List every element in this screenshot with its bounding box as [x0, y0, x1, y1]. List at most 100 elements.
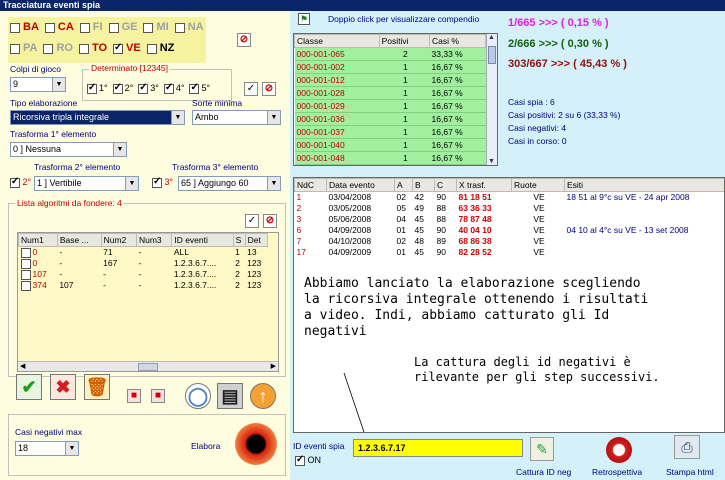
table-row[interactable]: 000-001-050116,67 % — [294, 164, 486, 165]
ruota-checkbox[interactable] — [174, 22, 185, 33]
trasf3-select[interactable]: 65 ] Aggiungo 60 ▼ — [178, 176, 281, 191]
scroll-left-icon[interactable]: ◀ — [20, 362, 25, 370]
printer-icon[interactable]: ⎙ — [674, 435, 700, 459]
stop-small-button-2[interactable]: ■ — [151, 389, 165, 403]
trasf3-checkbox[interactable]: 3° — [152, 176, 173, 188]
eventi-grid[interactable]: NdC Data evento A B C X trasf. Ruote Esiti 1 03/… — [293, 177, 725, 433]
determinato-item[interactable]: 3° — [138, 82, 159, 94]
stampa-button-label[interactable]: Stampa html — [666, 467, 714, 477]
elabora-button[interactable] — [235, 423, 277, 465]
determinato-item[interactable]: 5° — [189, 82, 210, 94]
save-button[interactable]: ▤ — [217, 383, 243, 409]
column-header[interactable]: Num1 — [18, 233, 58, 247]
ruota-pa[interactable]: PA — [10, 42, 37, 54]
check-all-algo-button[interactable]: ✓ — [245, 214, 259, 228]
classi-grid[interactable]: Classe Positivi Casi % 000-001-065 2 33,33 %… — [293, 33, 498, 166]
table-row[interactable]: 000-001-029 1 16,67 % — [294, 99, 486, 113]
column-header[interactable]: Det — [244, 233, 269, 247]
up-button[interactable]: ↑ — [250, 383, 276, 409]
determinato-checkbox[interactable] — [189, 82, 200, 94]
determinato-item[interactable]: 2° — [112, 82, 133, 94]
ruota-fi[interactable]: FI — [79, 21, 103, 33]
column-header[interactable]: Num2 — [100, 233, 137, 247]
table-row[interactable]: 000-001-028 1 16,67 % — [294, 86, 486, 100]
algoritmi-grid[interactable]: Num1 Base ... Num2 Num3 ID eventi S Det 0 - 71 - A… — [17, 232, 279, 372]
sorte-select[interactable]: Ambo ▼ — [192, 110, 281, 125]
ruota-checkbox[interactable] — [78, 43, 89, 54]
ruota-ro[interactable]: RO — [43, 42, 73, 54]
trash-button[interactable]: 🗑 — [84, 374, 110, 400]
table-row[interactable]: 000-001-048 1 16,67 % — [294, 151, 486, 165]
column-header[interactable]: Base ... — [56, 233, 102, 247]
trasf2-checkbox[interactable]: 2° — [10, 176, 31, 188]
ruota-checkbox[interactable] — [10, 43, 20, 54]
casi-negativi-select[interactable]: 18 ▼ — [15, 441, 79, 456]
clear-determinato-button[interactable]: ⊘ — [262, 82, 276, 96]
ruota-checkbox[interactable] — [43, 43, 54, 54]
ruota-checkbox[interactable] — [146, 43, 157, 54]
ruota-checkbox[interactable] — [79, 22, 90, 33]
ruota-to[interactable]: TO — [78, 42, 107, 54]
on-checkbox[interactable]: ON — [295, 454, 321, 466]
column-header[interactable]: ID eventi — [171, 233, 234, 247]
scroll-thumb[interactable] — [488, 46, 496, 64]
row-checkbox[interactable] — [20, 269, 31, 280]
tipo-select[interactable]: Ricorsiva tripla integrale ▼ — [10, 110, 185, 125]
scroll-down-icon[interactable]: ▼ — [488, 158, 495, 165]
on-check[interactable] — [295, 454, 305, 466]
compendio-icon[interactable]: ⚑ — [298, 13, 310, 25]
row-checkbox[interactable] — [20, 247, 31, 258]
ruota-ca[interactable]: CA — [44, 21, 74, 33]
ruota-ba[interactable]: BA — [10, 21, 39, 33]
determinato-item[interactable]: 1° — [87, 82, 108, 94]
table-row[interactable]: 000-001-036 1 16,67 % — [294, 112, 486, 126]
scroll-right-icon[interactable]: ▶ — [271, 362, 276, 370]
check-all-button[interactable]: ✓ — [244, 82, 258, 96]
row-checkbox[interactable] — [20, 258, 31, 269]
scroll-thumb[interactable] — [138, 363, 158, 371]
refresh-button[interactable]: ◯ — [185, 383, 211, 409]
table-row[interactable]: 000-001-002 1 16,67 % — [294, 60, 486, 74]
trasf1-select[interactable]: 0 ] Nessuna ▼ — [10, 142, 127, 157]
row-checkbox[interactable] — [20, 280, 31, 291]
column-header[interactable]: Casi % — [429, 34, 486, 48]
determinato-checkbox[interactable] — [138, 82, 149, 94]
table-row[interactable]: 000-001-012 1 16,67 % — [294, 73, 486, 87]
ruota-mi[interactable]: MI — [143, 21, 169, 33]
table-row[interactable]: 107 - - - 1.2.3.6.7.... 2 123 — [19, 269, 268, 280]
horizontal-scrollbar[interactable]: ◀ ▶ — [18, 361, 278, 371]
determinato-checkbox[interactable] — [163, 82, 174, 94]
ruota-checkbox[interactable] — [10, 22, 20, 33]
ruota-ve[interactable]: VE — [113, 42, 141, 54]
clear-algo-button[interactable]: ⊘ — [263, 214, 277, 228]
trasf2-check[interactable] — [10, 176, 20, 188]
cattura-button-label[interactable]: Cattura ID neg — [516, 467, 571, 477]
retrospettiva-button-label[interactable]: Retrospettiva — [592, 467, 642, 477]
stop-small-button-1[interactable]: ■ — [127, 389, 141, 403]
determinato-item[interactable]: 4° — [163, 82, 184, 94]
colpi-select[interactable]: 9 ▼ — [10, 77, 66, 92]
ruota-nz[interactable]: NZ — [146, 42, 174, 54]
column-header[interactable]: Positivi — [378, 34, 431, 48]
trasf3-check[interactable] — [152, 176, 162, 188]
column-header[interactable]: Num3 — [135, 233, 173, 247]
ruota-checkbox[interactable] — [108, 22, 119, 33]
table-row[interactable]: 000-001-065 2 33,33 % — [294, 47, 486, 61]
column-header[interactable]: Classe — [294, 34, 380, 48]
determinato-checkbox[interactable] — [112, 82, 123, 94]
table-row[interactable]: 0 - 71 - ALL 1 13 — [19, 247, 268, 258]
ruota-na[interactable]: NA — [174, 21, 204, 33]
ruota-checkbox[interactable] — [143, 22, 154, 33]
clear-ruote-button[interactable]: ⊘ — [237, 33, 251, 47]
delete-button[interactable]: ✖ — [50, 374, 76, 400]
table-row[interactable]: 374 107 - - 1.2.3.6.7.... 2 123 — [19, 280, 268, 291]
ruota-ge[interactable]: GE — [108, 21, 137, 33]
table-row[interactable]: 000-001-037 1 16,67 % — [294, 125, 486, 139]
table-row[interactable]: 0 - 167 - 1.2.3.6.7.... 2 123 — [19, 258, 268, 269]
determinato-checkbox[interactable] — [87, 82, 97, 94]
cattura-icon[interactable]: ✎ — [530, 437, 554, 461]
vertical-scrollbar[interactable]: ▲ ▼ — [486, 34, 497, 165]
retrospettiva-icon[interactable] — [606, 437, 632, 463]
confirm-button[interactable]: ✔ — [16, 374, 42, 400]
scroll-up-icon[interactable]: ▲ — [488, 34, 495, 41]
